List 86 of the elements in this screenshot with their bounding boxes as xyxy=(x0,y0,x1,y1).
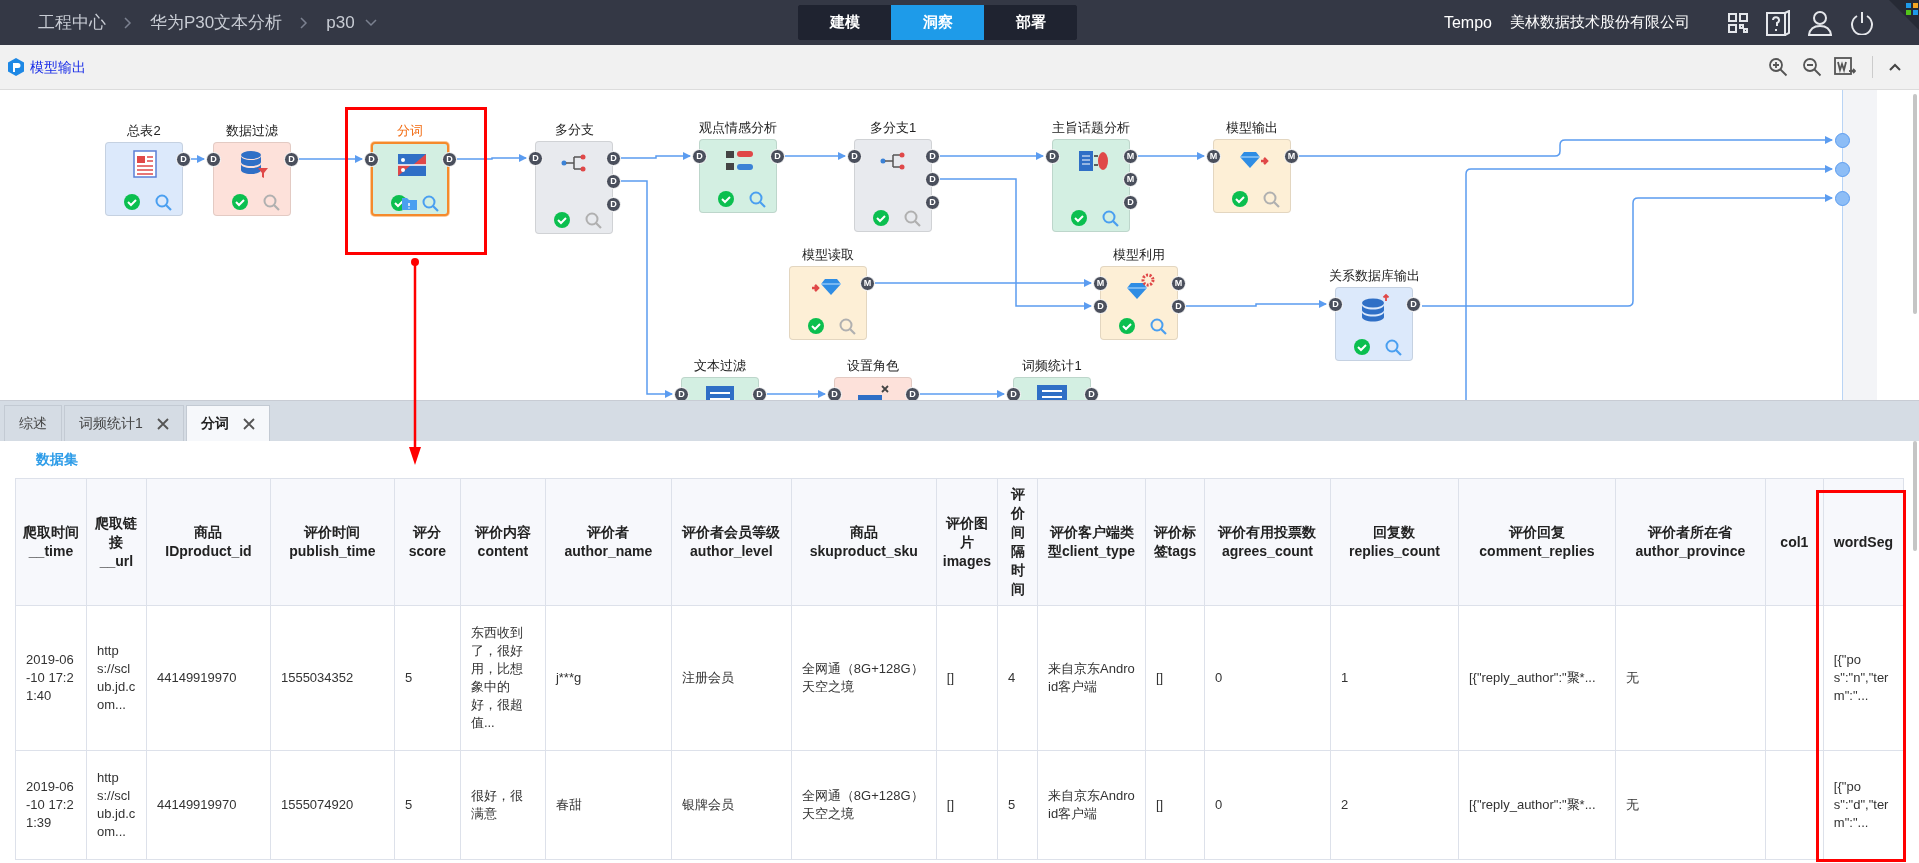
table-cell: 银牌会员 xyxy=(671,750,792,860)
panel-tab[interactable]: 分词 xyxy=(185,405,270,441)
table-cell: 1555074920 xyxy=(270,750,395,860)
table-cell: 注册会员 xyxy=(671,605,792,751)
table-cell: 春甜 xyxy=(545,750,672,860)
node-label: 数据过滤 xyxy=(225,122,279,140)
table-cell: 0 xyxy=(1204,750,1331,860)
node-label: 文本过滤 xyxy=(693,357,747,375)
node-label: 设置角色 xyxy=(846,357,900,375)
output-port[interactable]: D xyxy=(1084,387,1099,400)
column-header[interactable]: 爬取链接__url xyxy=(86,478,147,606)
table-cell: 5 xyxy=(394,605,461,751)
breadcrumb-link[interactable]: 工程中心 xyxy=(38,9,106,36)
column-header[interactable]: 评价者会员等级author_level xyxy=(671,478,792,606)
breadcrumb-link[interactable]: p30 xyxy=(326,9,355,36)
column-header[interactable]: 评价间隔时间 xyxy=(997,478,1038,606)
column-header[interactable]: 评价内容content xyxy=(460,478,546,606)
column-header[interactable]: 商品IDproduct_id xyxy=(146,478,271,606)
table-cell: 来自京东Android客户端 xyxy=(1037,750,1146,860)
node-label: 词频统计1 xyxy=(1021,357,1083,375)
table-cell: 0 xyxy=(1204,605,1331,751)
node-label: 多分支1 xyxy=(868,119,918,137)
column-header[interactable]: 评价图片images xyxy=(936,478,998,606)
table-cell: 1555034352 xyxy=(270,605,395,751)
model-title[interactable]: 模型输出 xyxy=(30,56,86,78)
column-header[interactable]: 评分score xyxy=(394,478,461,606)
table-cell: [] xyxy=(1145,750,1205,860)
table-cell: [{"reply_author":"聚*... xyxy=(1458,605,1616,751)
node-label: 分词 xyxy=(396,122,424,140)
input-port[interactable]: D xyxy=(1006,387,1021,400)
panel-tab[interactable]: 综述 xyxy=(4,405,62,441)
node-label: 模型输出 xyxy=(1225,119,1279,137)
column-header[interactable]: 评价者author_name xyxy=(545,478,672,606)
table-cell: 2019-06-10 17:21:40 xyxy=(15,605,87,751)
table-cell: https://sclub.jd.com... xyxy=(86,605,147,751)
column-header[interactable]: 回复数replies_count xyxy=(1330,478,1459,606)
output-port[interactable]: D xyxy=(905,387,920,400)
node-label: 多分支 xyxy=(553,121,595,139)
company-name: 美林数据技术股份有限公司 xyxy=(1510,12,1690,33)
column-header[interactable]: 评价者所在省author_province xyxy=(1615,478,1766,606)
table-cell: 2019-06-10 17:21:39 xyxy=(15,750,87,860)
column-header[interactable]: 评价回复comment_replies xyxy=(1458,478,1616,606)
column-header[interactable]: 评价时间publish_time xyxy=(270,478,395,606)
tab-label: 词频统计1 xyxy=(79,414,143,433)
tab-label: 综述 xyxy=(19,414,47,433)
node-label: 总表2 xyxy=(126,122,162,140)
table-cell: 44149919970 xyxy=(146,605,271,751)
table-cell: 无 xyxy=(1615,605,1766,751)
section-title: 数据集 xyxy=(35,450,79,469)
input-port[interactable]: D xyxy=(827,387,842,400)
table-cell: 全网通（8G+128G）天空之境 xyxy=(791,605,937,751)
output-port[interactable]: D xyxy=(752,387,767,400)
table-cell: 全网通（8G+128G）天空之境 xyxy=(791,750,937,860)
column-header[interactable]: 评价有用投票数agrees_count xyxy=(1204,478,1331,606)
node-label: 观点情感分析 xyxy=(698,119,778,137)
tab-label: 分词 xyxy=(200,414,229,433)
table-cell: https://sclub.jd.com... xyxy=(86,750,147,860)
input-port[interactable]: D xyxy=(674,387,689,400)
table-cell: j***g xyxy=(545,605,672,751)
node-label: 模型读取 xyxy=(801,246,855,264)
table-cell: 很好，很满意 xyxy=(460,750,546,860)
table-cell: 东西收到了，很好用，比想象中的好，很超值... xyxy=(460,605,546,751)
table-cell: [] xyxy=(936,605,998,751)
table-cell: 4 xyxy=(997,605,1038,751)
table-cell: 1 xyxy=(1330,605,1459,751)
table-cell: [] xyxy=(936,750,998,860)
table-cell: [{"reply_author":"聚*... xyxy=(1458,750,1616,860)
table-cell: 无 xyxy=(1615,750,1766,860)
table-cell: 来自京东Android客户端 xyxy=(1037,605,1146,751)
column-header[interactable]: 评价标签tags xyxy=(1145,478,1205,606)
node-label: 关系数据库输出 xyxy=(1327,267,1421,285)
panel-tab[interactable]: 词频统计1 xyxy=(64,405,184,441)
user-name: Tempo xyxy=(1443,12,1492,33)
table-cell: 5 xyxy=(394,750,461,860)
column-header[interactable]: 评价客户端类型client_type xyxy=(1037,478,1146,606)
table-cell: [] xyxy=(1145,605,1205,751)
node-label: 模型利用 xyxy=(1112,246,1166,264)
table-cell: 2 xyxy=(1330,750,1459,860)
table-cell: 5 xyxy=(997,750,1038,860)
table-cell: 44149919970 xyxy=(146,750,271,860)
node-label: 主旨话题分析 xyxy=(1051,119,1131,137)
column-header[interactable]: col1 xyxy=(1765,478,1824,606)
breadcrumb-link[interactable]: 华为P30文本分析 xyxy=(150,9,283,36)
column-header[interactable]: 爬取时间__time xyxy=(15,478,87,606)
column-header[interactable]: 商品skuproduct_sku xyxy=(791,478,937,606)
column-header[interactable]: wordSeg xyxy=(1823,478,1904,606)
